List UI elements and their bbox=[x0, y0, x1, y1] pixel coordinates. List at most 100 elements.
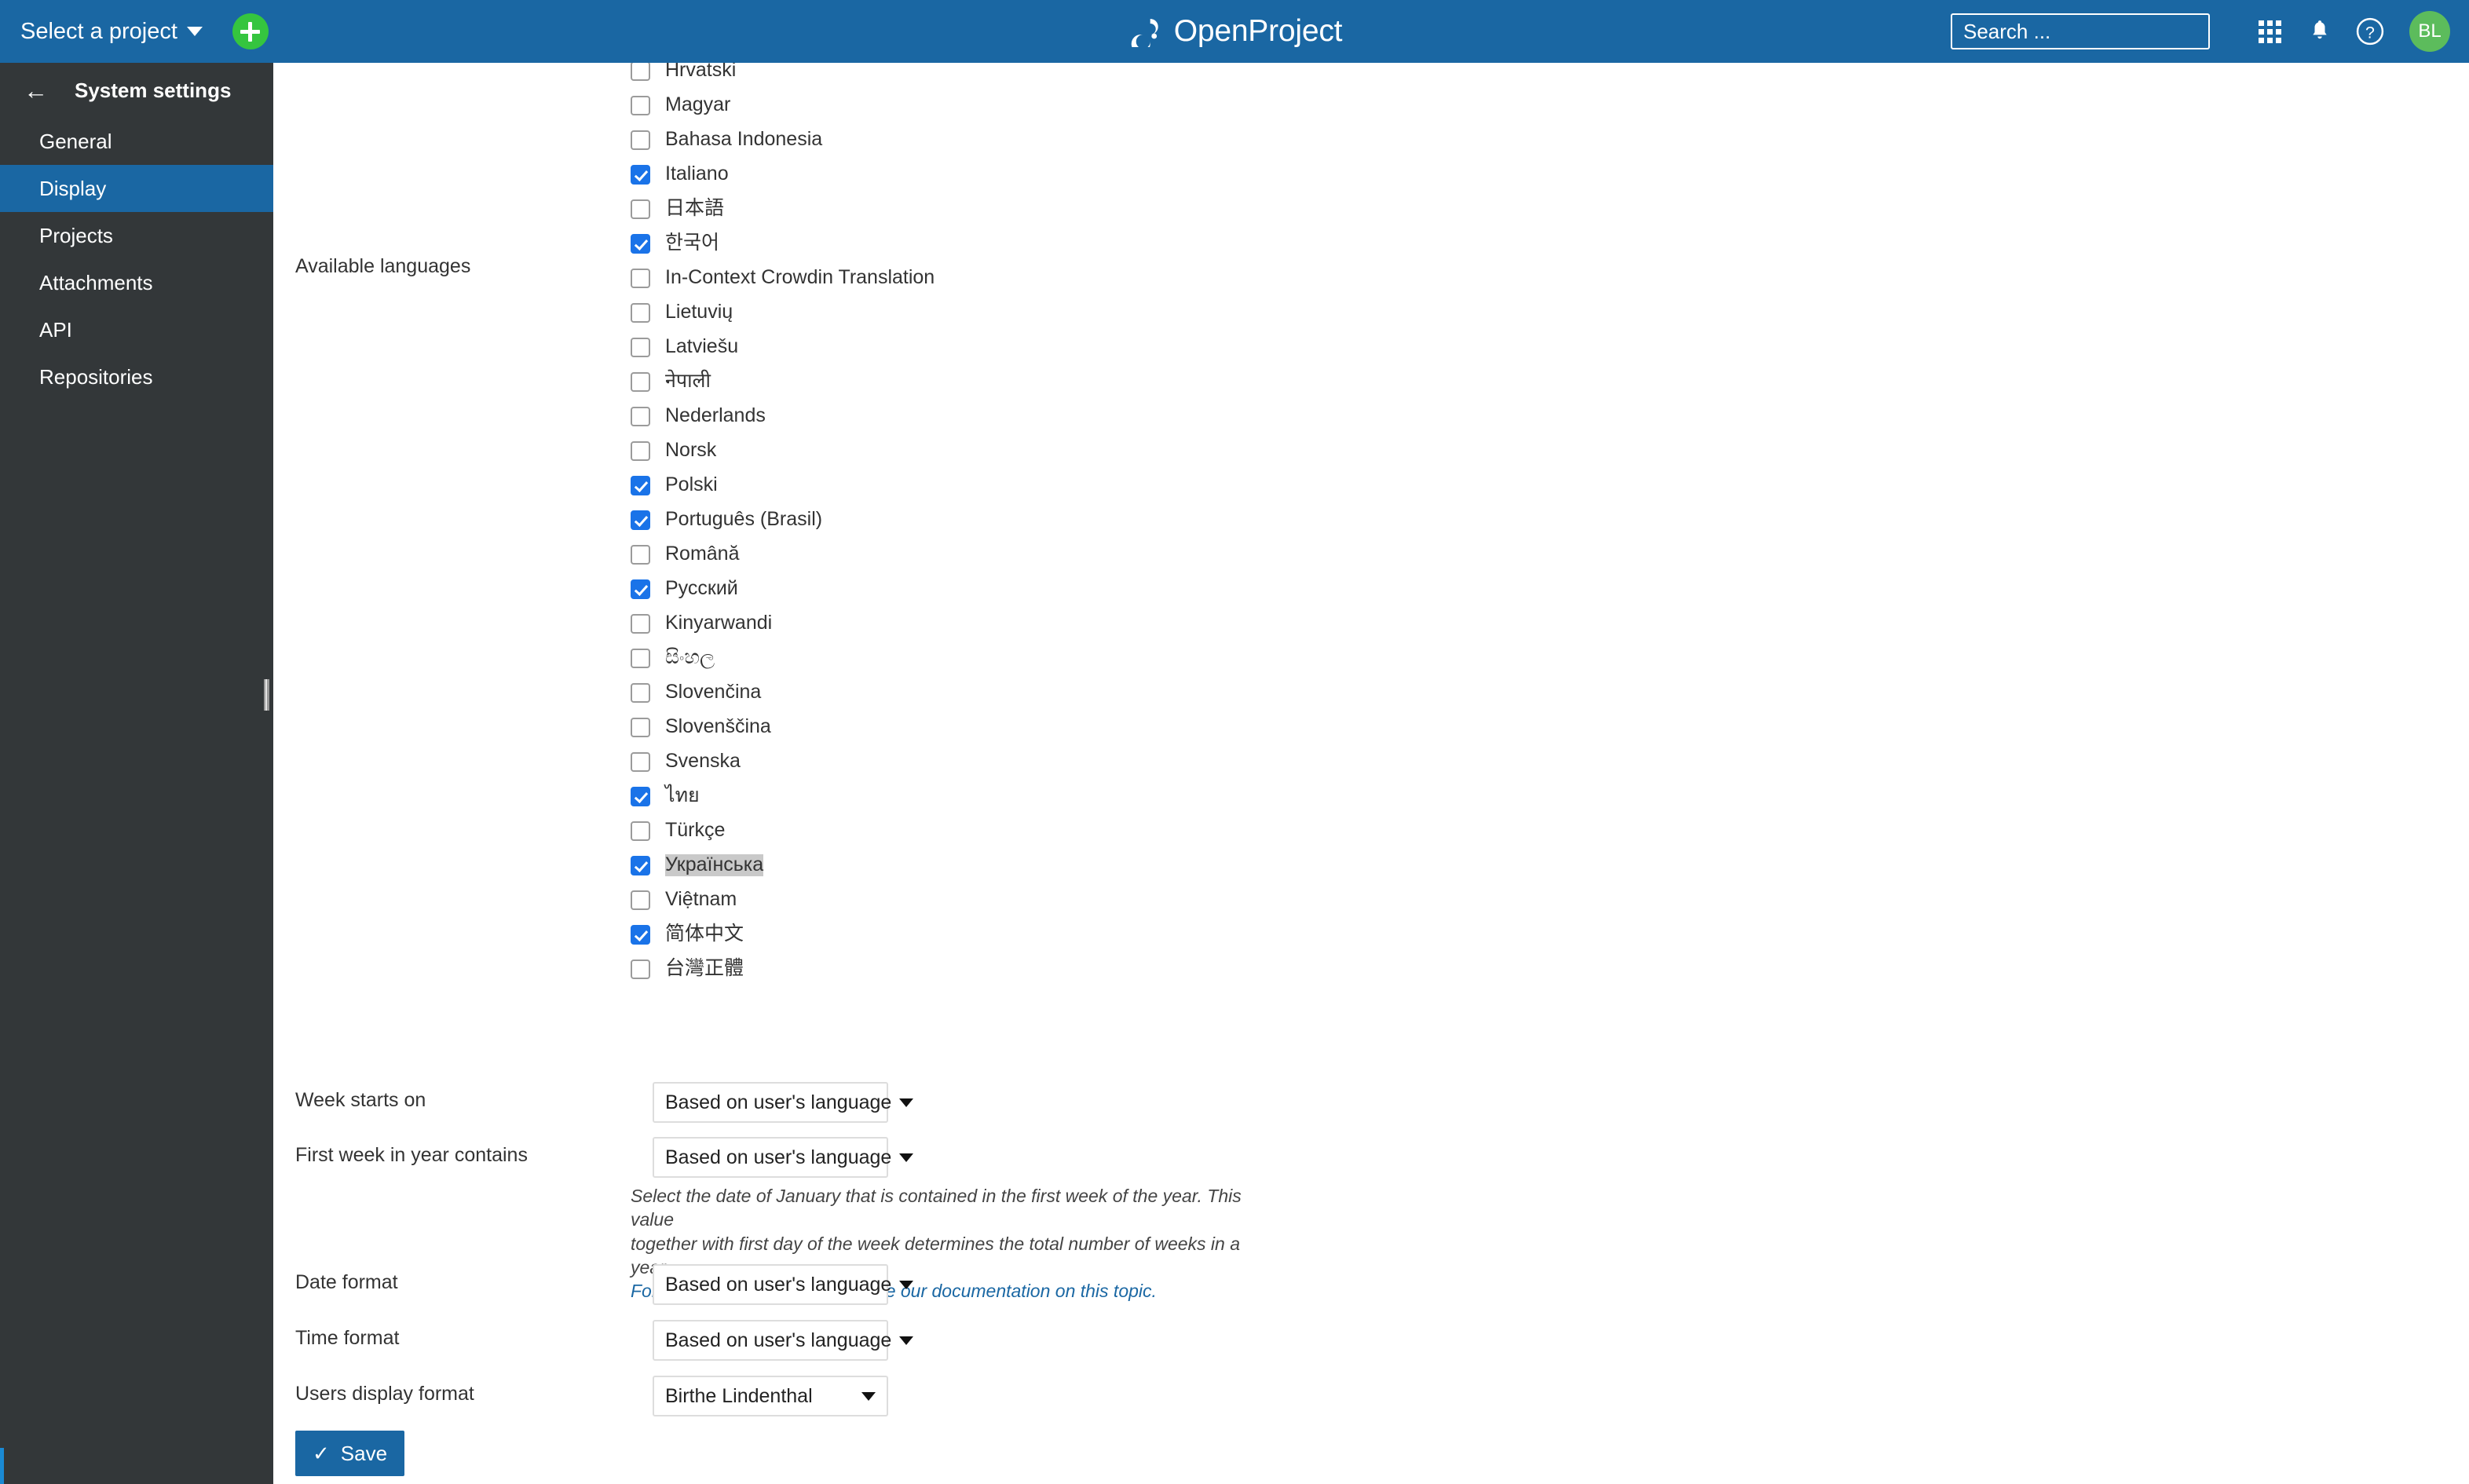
language-checkbox[interactable] bbox=[631, 510, 650, 530]
language-row[interactable]: ไทย bbox=[631, 779, 1337, 813]
language-checkbox[interactable] bbox=[631, 441, 650, 461]
language-row[interactable]: Việtnam bbox=[631, 883, 1337, 917]
sidebar: ← System settings General Display Projec… bbox=[0, 63, 273, 1484]
language-checkbox[interactable] bbox=[631, 372, 650, 392]
language-label: Lietuvių bbox=[665, 302, 733, 323]
sidebar-item-attachments[interactable]: Attachments bbox=[0, 259, 273, 306]
select-value: Based on user's language bbox=[665, 1091, 891, 1114]
sidebar-item-api[interactable]: API bbox=[0, 306, 273, 353]
question-mark-icon: ? bbox=[2355, 16, 2385, 46]
language-checkbox[interactable] bbox=[631, 890, 650, 910]
language-checkbox[interactable] bbox=[631, 165, 650, 185]
project-selector-label: Select a project bbox=[20, 19, 177, 45]
language-row[interactable]: සිංහල bbox=[631, 641, 1337, 675]
sidebar-resize-handle[interactable] bbox=[264, 679, 269, 711]
date-format-select[interactable]: Based on user's language bbox=[653, 1264, 888, 1305]
search-box[interactable] bbox=[1951, 13, 2210, 49]
language-checkbox[interactable] bbox=[631, 96, 650, 115]
project-selector[interactable]: Select a project bbox=[20, 19, 203, 45]
save-button[interactable]: ✓ Save bbox=[295, 1431, 404, 1476]
sidebar-bottom-accent bbox=[0, 1448, 4, 1484]
language-row[interactable]: In-Context Crowdin Translation bbox=[631, 261, 1337, 295]
sidebar-header[interactable]: ← System settings bbox=[0, 63, 273, 118]
language-checkbox[interactable] bbox=[631, 476, 650, 495]
language-row[interactable]: Русский bbox=[631, 572, 1337, 606]
language-row[interactable]: Polski bbox=[631, 468, 1337, 503]
users-display-format-select[interactable]: Birthe Lindenthal bbox=[653, 1376, 888, 1416]
language-checkbox[interactable] bbox=[631, 614, 650, 634]
add-button[interactable] bbox=[232, 13, 269, 49]
language-row[interactable]: नेपाली bbox=[631, 364, 1337, 399]
language-row[interactable]: Slovenčina bbox=[631, 675, 1337, 710]
select-value: Based on user's language bbox=[665, 1329, 891, 1352]
language-row[interactable]: Svenska bbox=[631, 744, 1337, 779]
language-label: 简体中文 bbox=[665, 923, 744, 945]
language-label: ไทย bbox=[665, 785, 700, 807]
search-input[interactable] bbox=[1962, 19, 2228, 45]
notifications-button[interactable] bbox=[2295, 6, 2345, 57]
sidebar-item-projects[interactable]: Projects bbox=[0, 212, 273, 259]
modules-button[interactable] bbox=[2244, 6, 2295, 57]
language-row[interactable]: Magyar bbox=[631, 88, 1337, 122]
language-checkbox[interactable] bbox=[631, 407, 650, 426]
language-row[interactable]: Italiano bbox=[631, 157, 1337, 192]
field-label: Date format bbox=[295, 1264, 653, 1294]
language-row[interactable]: Lietuvių bbox=[631, 295, 1337, 330]
help-button[interactable]: ? bbox=[2345, 6, 2395, 57]
language-row[interactable]: Latviešu bbox=[631, 330, 1337, 364]
language-checkbox[interactable] bbox=[631, 61, 650, 81]
language-row[interactable]: Bahasa Indonesia bbox=[631, 122, 1337, 157]
language-checkbox[interactable] bbox=[631, 718, 650, 737]
top-header: Select a project OpenProject bbox=[0, 0, 2469, 63]
language-checkbox[interactable] bbox=[631, 925, 650, 945]
language-row[interactable]: Kinyarwandi bbox=[631, 606, 1337, 641]
language-checkbox[interactable] bbox=[631, 683, 650, 703]
language-label: Hrvatski bbox=[665, 60, 736, 82]
language-row[interactable]: Português (Brasil) bbox=[631, 503, 1337, 537]
field-week-starts-on: Week starts on Based on user's language bbox=[295, 1082, 888, 1123]
time-format-select[interactable]: Based on user's language bbox=[653, 1320, 888, 1361]
language-row[interactable]: Українська bbox=[631, 848, 1337, 883]
first-week-in-year-select[interactable]: Based on user's language bbox=[653, 1137, 888, 1178]
language-row[interactable]: 简体中文 bbox=[631, 917, 1337, 952]
week-starts-on-select[interactable]: Based on user's language bbox=[653, 1082, 888, 1123]
chevron-down-icon bbox=[899, 1153, 913, 1162]
sidebar-item-general[interactable]: General bbox=[0, 118, 273, 165]
language-checkbox[interactable] bbox=[631, 787, 650, 806]
select-value: Birthe Lindenthal bbox=[665, 1385, 813, 1408]
language-row[interactable]: Türkçe bbox=[631, 813, 1337, 848]
language-checkbox[interactable] bbox=[631, 959, 650, 979]
language-checkbox[interactable] bbox=[631, 130, 650, 150]
sidebar-item-repositories[interactable]: Repositories bbox=[0, 353, 273, 400]
language-label: Kinyarwandi bbox=[665, 612, 772, 634]
language-checkbox[interactable] bbox=[631, 234, 650, 254]
avatar[interactable]: BL bbox=[2409, 11, 2450, 52]
sidebar-item-display[interactable]: Display bbox=[0, 165, 273, 212]
language-row[interactable]: Nederlands bbox=[631, 399, 1337, 433]
language-label: Latviešu bbox=[665, 336, 738, 358]
language-label: Italiano bbox=[665, 163, 729, 185]
language-checkbox[interactable] bbox=[631, 649, 650, 668]
brand-title: OpenProject bbox=[1174, 14, 1343, 49]
language-checkbox[interactable] bbox=[631, 856, 650, 875]
language-checkbox[interactable] bbox=[631, 269, 650, 288]
language-checkbox[interactable] bbox=[631, 821, 650, 841]
language-row[interactable]: Slovenščina bbox=[631, 710, 1337, 744]
language-checkbox[interactable] bbox=[631, 545, 650, 565]
language-row[interactable]: 日本語 bbox=[631, 192, 1337, 226]
help-line-1: Select the date of January that is conta… bbox=[631, 1184, 1275, 1232]
language-checkbox[interactable] bbox=[631, 579, 650, 599]
chevron-down-icon bbox=[899, 1098, 913, 1107]
language-row[interactable]: 한국어 bbox=[631, 226, 1337, 261]
language-checkbox[interactable] bbox=[631, 752, 650, 772]
brand-logo[interactable]: OpenProject bbox=[1127, 14, 1343, 49]
arrow-left-icon[interactable]: ← bbox=[24, 79, 48, 103]
language-row[interactable]: 台灣正體 bbox=[631, 952, 1337, 986]
language-checkbox[interactable] bbox=[631, 303, 650, 323]
language-row[interactable]: Norsk bbox=[631, 433, 1337, 468]
language-checkbox[interactable] bbox=[631, 199, 650, 219]
language-checkbox[interactable] bbox=[631, 338, 650, 357]
field-first-week-in-year: First week in year contains Based on use… bbox=[295, 1137, 888, 1178]
language-row[interactable]: Română bbox=[631, 537, 1337, 572]
main-content: Available languages עבריתहिन्दीHrvatskiM… bbox=[273, 0, 2469, 1484]
